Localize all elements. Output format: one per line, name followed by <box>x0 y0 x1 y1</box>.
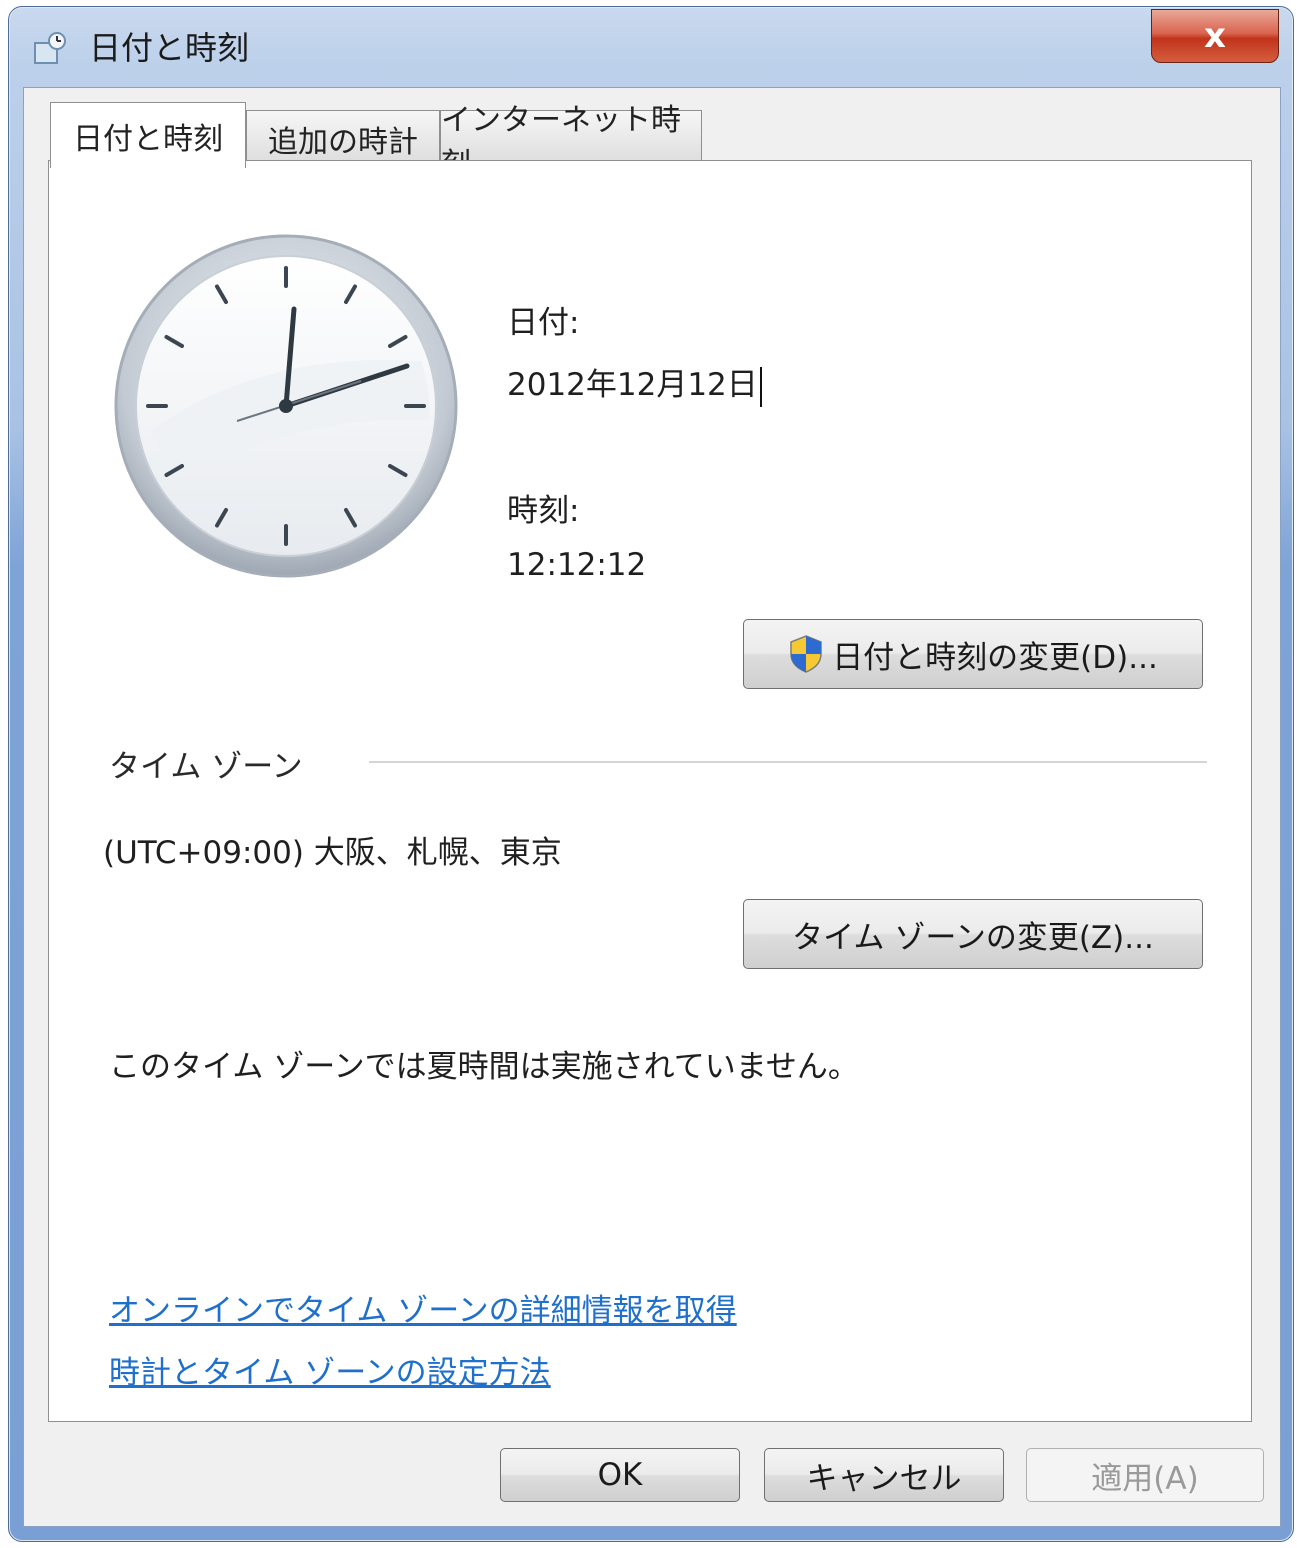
tab-label: 追加の時計 <box>268 124 418 160</box>
tab-internet-time[interactable]: インターネット時刻 <box>440 103 702 182</box>
datetime-icon <box>34 32 66 64</box>
button-label: 適用(A) <box>1091 1460 1199 1497</box>
time-zone-help-link[interactable]: 時計とタイム ゾーンの設定方法 <box>109 1347 551 1392</box>
date-value: 2012年12月12日 <box>507 359 762 407</box>
close-icon: x <box>1204 16 1226 56</box>
date-label: 日付: <box>507 305 580 341</box>
uac-shield-icon <box>790 635 822 673</box>
apply-button[interactable]: 適用(A) <box>1026 1448 1264 1502</box>
ok-button[interactable]: OK <box>500 1448 740 1502</box>
change-date-time-button[interactable]: 日付と時刻の変更(D)... <box>743 619 1203 689</box>
button-label: タイム ゾーンの変更(Z)... <box>792 919 1154 956</box>
change-time-zone-button[interactable]: タイム ゾーンの変更(Z)... <box>743 899 1203 969</box>
dst-note: このタイム ゾーンでは夏時間は実施されていません。 <box>109 1049 859 1085</box>
date-text: 2012年12月12日 <box>507 367 758 403</box>
close-button[interactable]: x <box>1151 9 1279 63</box>
tab-additional-clocks[interactable]: 追加の時計 <box>246 110 440 166</box>
time-zone-value: (UTC+09:00) 大阪、札幌、東京 <box>103 835 562 871</box>
button-label: 日付と時刻の変更(D)... <box>832 639 1158 676</box>
dialog-client-area: 日付と時刻 追加の時計 インターネット時刻 <box>23 87 1281 1527</box>
time-label: 時刻: <box>507 493 580 529</box>
window-title: 日付と時刻 <box>89 29 250 67</box>
section-divider <box>369 761 1207 763</box>
title-bar[interactable]: 日付と時刻 x <box>9 7 1293 89</box>
button-label: キャンセル <box>806 1460 962 1497</box>
tab-date-time[interactable]: 日付と時刻 <box>50 102 246 168</box>
tab-label: 日付と時刻 <box>73 121 223 157</box>
cancel-button[interactable]: キャンセル <box>764 1448 1004 1502</box>
button-label: OK <box>597 1457 643 1493</box>
online-time-zone-info-link[interactable]: オンラインでタイム ゾーンの詳細情報を取得 <box>109 1285 737 1330</box>
tab-panel: 日付: 2012年12月12日 時刻: 12:12:12 日付と時刻の変更(D)… <box>48 160 1252 1422</box>
time-value: 12:12:12 <box>507 547 647 583</box>
date-time-dialog: 日付と時刻 x 日付と時刻 追加の時計 インターネット時刻 <box>8 6 1294 1542</box>
time-zone-section-label: タイム ゾーン <box>109 749 303 785</box>
text-caret <box>759 366 762 407</box>
analog-clock-icon <box>114 234 458 578</box>
